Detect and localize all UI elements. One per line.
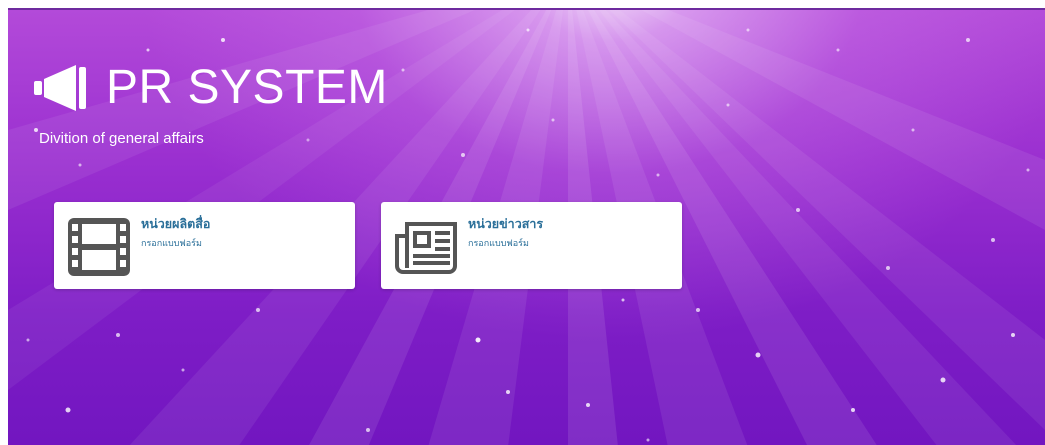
card-subtitle[interactable]: กรอกแบบฟอร์ม: [141, 236, 202, 250]
hero-banner: PR SYSTEM Divition of general affairs หน…: [8, 8, 1045, 445]
card-news[interactable]: หน่วยข่าวสาร กรอกแบบฟอร์ม: [381, 202, 682, 289]
newspaper-icon: [395, 222, 457, 274]
bullhorn-icon: [34, 65, 86, 111]
app-subtitle: Divition of general affairs: [39, 130, 204, 147]
app-logo: PR SYSTEM: [34, 58, 388, 118]
app-title: PR SYSTEM: [106, 61, 388, 114]
film-icon: [68, 218, 130, 276]
card-title[interactable]: หน่วยผลิตสื่อ: [141, 214, 210, 234]
card-title[interactable]: หน่วยข่าวสาร: [468, 214, 543, 234]
card-subtitle[interactable]: กรอกแบบฟอร์ม: [468, 236, 529, 250]
card-media-production[interactable]: หน่วยผลิตสื่อ กรอกแบบฟอร์ม: [54, 202, 355, 289]
